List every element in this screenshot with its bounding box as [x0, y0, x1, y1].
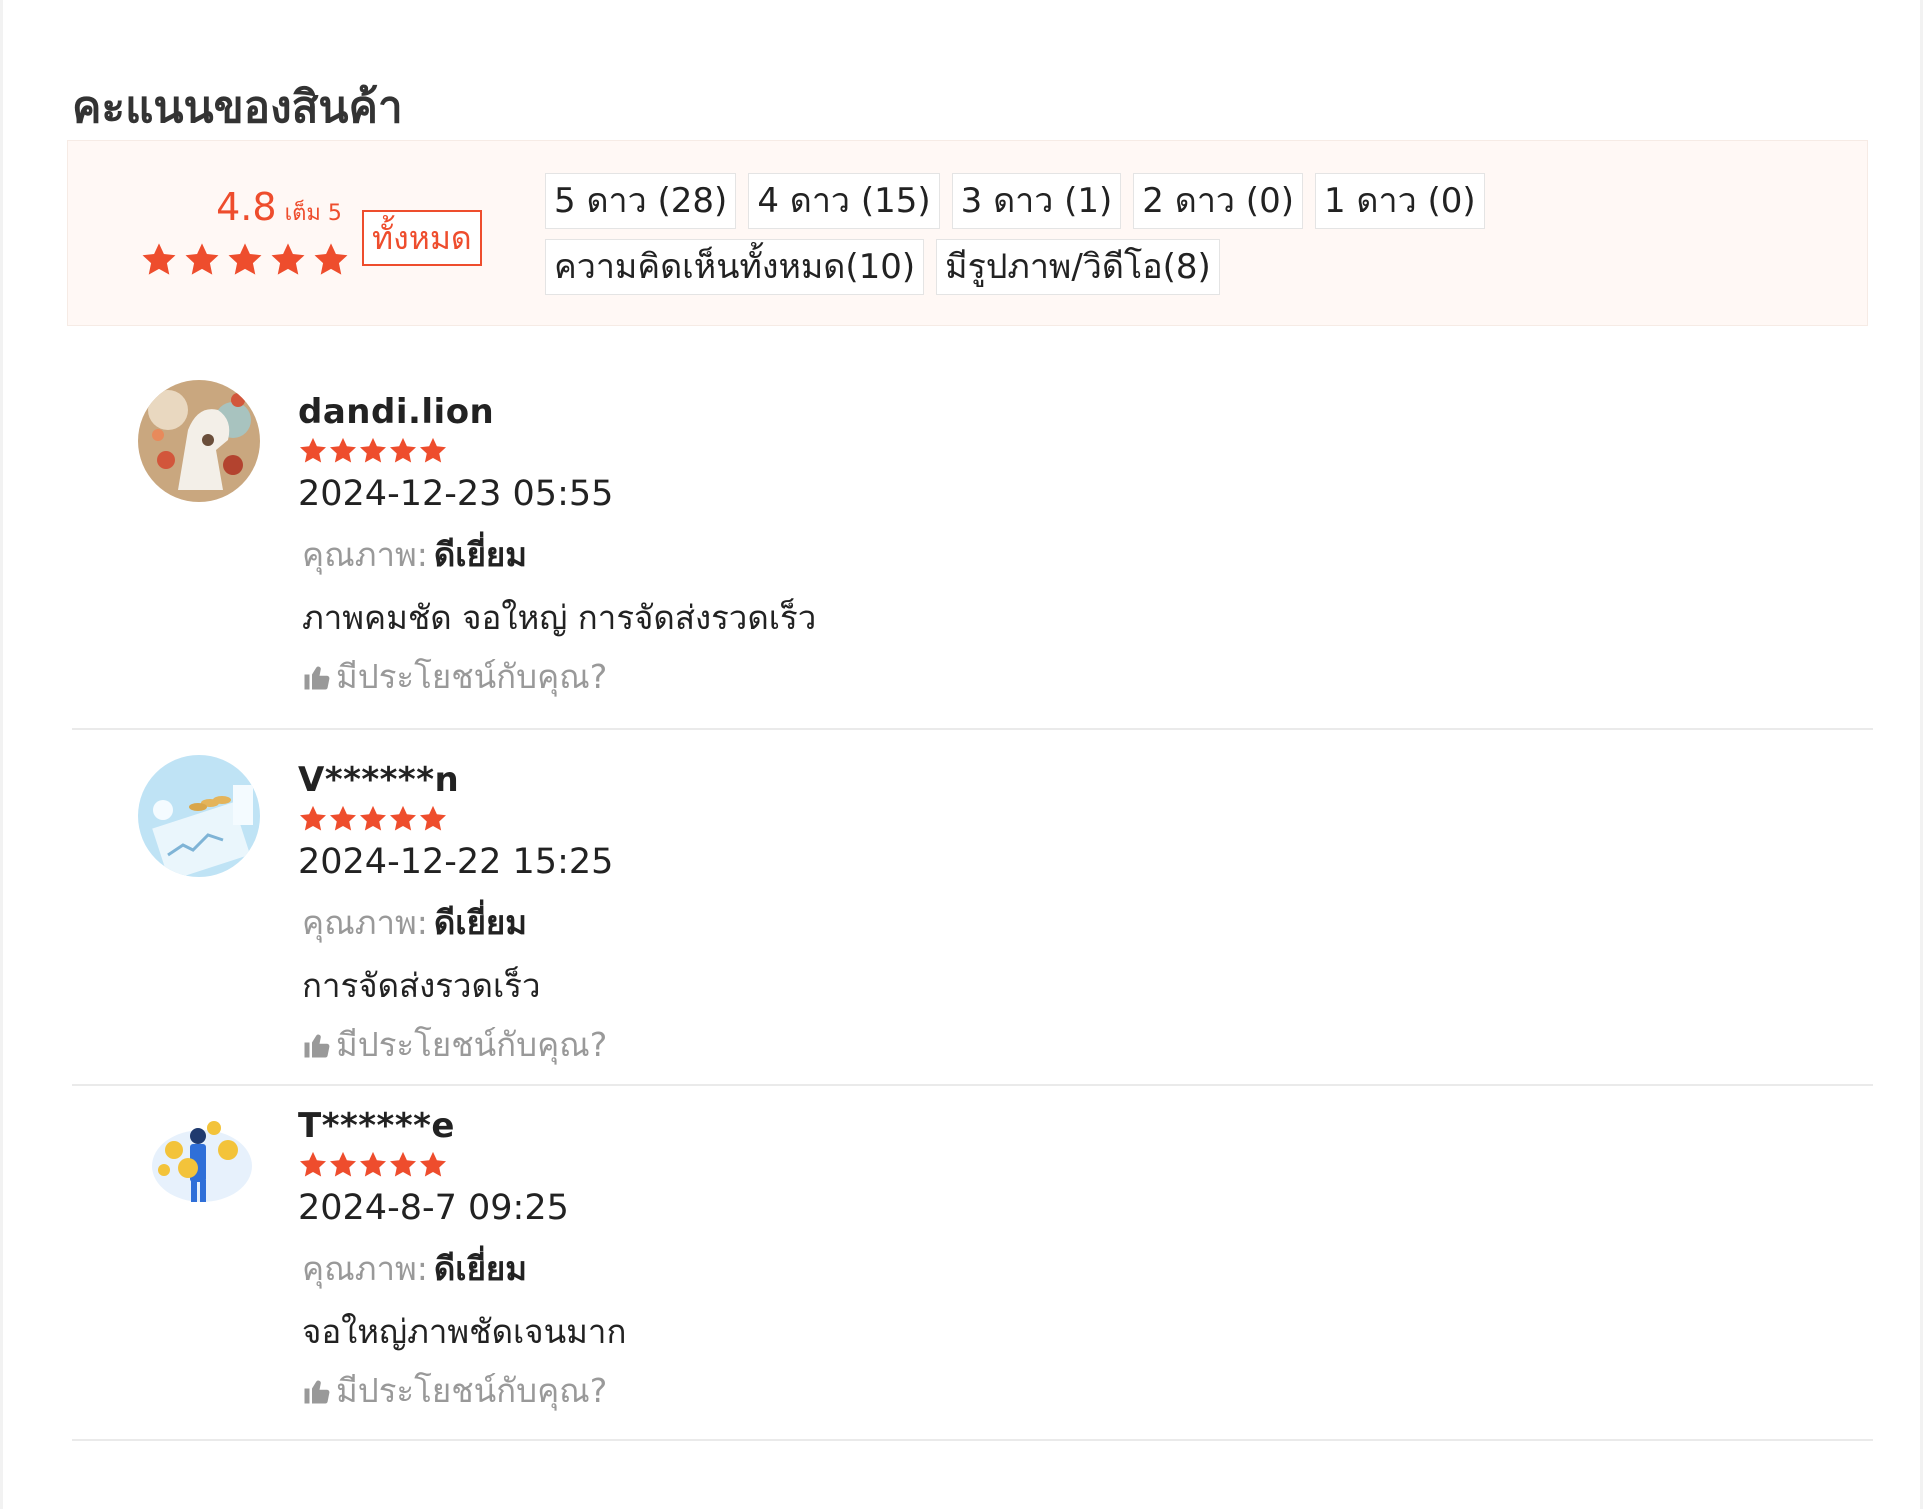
- review-username: T******e: [298, 1106, 455, 1146]
- review-stars: [298, 1150, 626, 1184]
- review-comment: จอใหญ่ภาพชัดเจนมาก: [302, 1312, 627, 1351]
- review-comment: การจัดส่งรวดเร็ว: [302, 966, 541, 1005]
- review-item: dandi.lion 2024-12-23 05:55 คุณภาพ: ดีเยี…: [72, 370, 1873, 730]
- helpful-label: มีประโยชน์กับคุณ?: [336, 1371, 608, 1410]
- star-icon: [388, 804, 418, 838]
- filter-with-media[interactable]: มีรูปภาพ/วิดีโอ(8): [936, 239, 1220, 295]
- quality-value: ดีเยี่ยม: [433, 903, 527, 942]
- review-username: V******n: [298, 760, 460, 800]
- score-out-of: เต็ม 5: [284, 201, 342, 226]
- review-date: 2024-12-23 05:55: [298, 474, 614, 514]
- review-username: dandi.lion: [298, 392, 495, 432]
- quality-value: ดีเยี่ยม: [433, 1249, 527, 1288]
- review-date: 2024-12-22 15:25: [298, 842, 614, 882]
- star-icon: [418, 804, 448, 838]
- rating-summary: 4.8 เต็ม 5 ทั้งหมด 5 ดาว (28) 4 ดาว (15) …: [67, 140, 1868, 326]
- review-item: T******e 2024-8-7 09:25 คุณภาพ: ดีเยี่ยม …: [72, 1086, 1873, 1441]
- star-icon: [418, 436, 448, 470]
- rating-filters: 5 ดาว (28) 4 ดาว (15) 3 ดาว (1) 2 ดาว (0…: [545, 173, 1845, 295]
- filter-all-button[interactable]: ทั้งหมด: [362, 210, 482, 266]
- star-icon: [358, 436, 388, 470]
- filter-1-star[interactable]: 1 ดาว (0): [1314, 173, 1485, 229]
- star-icon: [388, 1150, 418, 1184]
- section-title: คะแนนของสินค้า: [72, 82, 403, 133]
- thumbs-up-icon: [304, 1034, 330, 1058]
- review-item: V******n 2024-12-22 15:25 คุณภาพ: ดีเยี่ย…: [72, 730, 1873, 1086]
- star-icon: [298, 1150, 328, 1184]
- review-quality: คุณภาพ: ดีเยี่ยม: [298, 1242, 626, 1295]
- quality-label: คุณภาพ:: [302, 903, 428, 942]
- finance-avatar[interactable]: [138, 755, 260, 877]
- filter-5-stars[interactable]: 5 ดาว (28): [545, 173, 737, 229]
- filter-4-stars[interactable]: 4 ดาว (15): [748, 173, 940, 229]
- review-quality: คุณภาพ: ดีเยี่ยม: [298, 896, 613, 949]
- helpful-button[interactable]: มีประโยชน์กับคุณ?: [298, 1018, 613, 1071]
- star-icon: [328, 436, 358, 470]
- star-icon: [269, 241, 307, 283]
- review-comment: ภาพคมชัด จอใหญ่ การจัดส่งรวดเร็ว: [302, 598, 817, 637]
- thumbs-up-icon: [304, 1380, 330, 1404]
- quality-value: ดีเยี่ยม: [433, 535, 527, 574]
- filter-3-stars[interactable]: 3 ดาว (1): [951, 173, 1122, 229]
- quality-label: คุณภาพ:: [302, 535, 428, 574]
- review-body: T******e 2024-8-7 09:25 คุณภาพ: ดีเยี่ยม …: [298, 1106, 626, 1417]
- review-quality: คุณภาพ: ดีเยี่ยม: [298, 528, 816, 581]
- star-icon: [298, 436, 328, 470]
- filter-all-comments[interactable]: ความคิดเห็นทั้งหมด(10): [545, 239, 925, 295]
- star-icon: [328, 804, 358, 838]
- summary-stars: [140, 241, 350, 283]
- star-icon: [388, 436, 418, 470]
- star-icon: [358, 1150, 388, 1184]
- quality-label: คุณภาพ:: [302, 1249, 428, 1288]
- star-icon: [140, 241, 178, 283]
- rating-score: 4.8 เต็ม 5: [174, 185, 384, 230]
- score-value: 4.8: [216, 185, 277, 229]
- star-icon: [226, 241, 264, 283]
- star-icon: [298, 804, 328, 838]
- thumbs-up-icon: [304, 666, 330, 690]
- review-date: 2024-8-7 09:25: [298, 1188, 569, 1228]
- review-stars: [298, 436, 816, 470]
- review-body: V******n 2024-12-22 15:25 คุณภาพ: ดีเยี่ย…: [298, 760, 613, 1071]
- filter-2-stars[interactable]: 2 ดาว (0): [1133, 173, 1303, 229]
- star-icon: [312, 241, 350, 283]
- helpful-label: มีประโยชน์กับคุณ?: [336, 1025, 608, 1064]
- star-icon: [358, 804, 388, 838]
- review-stars: [298, 804, 613, 838]
- helpful-label: มีประโยชน์กับคุณ?: [336, 657, 608, 696]
- coins-person-avatar[interactable]: [138, 1106, 260, 1228]
- star-icon: [183, 241, 221, 283]
- star-icon: [328, 1150, 358, 1184]
- helpful-button[interactable]: มีประโยชน์กับคุณ?: [298, 650, 816, 703]
- horse-avatar[interactable]: [138, 380, 260, 502]
- product-ratings-page: คะแนนของสินค้า 4.8 เต็ม 5 ทั้งหมด 5 ดาว (…: [0, 0, 1923, 1509]
- star-icon: [418, 1150, 448, 1184]
- review-body: dandi.lion 2024-12-23 05:55 คุณภาพ: ดีเยี…: [298, 392, 816, 703]
- helpful-button[interactable]: มีประโยชน์กับคุณ?: [298, 1364, 626, 1417]
